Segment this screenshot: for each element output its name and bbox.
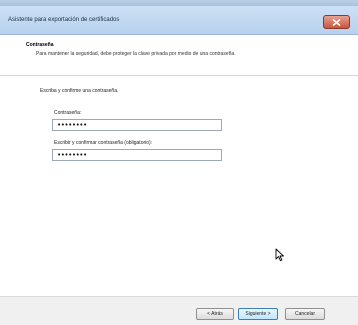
section-description: Para mantener la seguridad, debe protege… (36, 51, 236, 57)
wizard-header: Contraseña Para mantener la seguridad, d… (0, 35, 358, 76)
wizard-content: Escriba y confirme una contraseña. Contr… (0, 76, 358, 296)
window-title: Asistente para exportación de certificad… (8, 17, 120, 23)
password-field[interactable]: •••••••• (52, 119, 222, 131)
wizard-footer: < Atrás Siguiente > Cancelar (0, 297, 358, 325)
mouse-cursor-icon (275, 248, 284, 262)
title-bar: Asistente para exportación de certificad… (0, 6, 358, 35)
next-button[interactable]: Siguiente > (238, 308, 278, 320)
cancel-button[interactable]: Cancelar (285, 308, 325, 320)
close-icon (332, 18, 341, 26)
back-button[interactable]: < Atrás (196, 308, 234, 320)
confirm-password-label: Escribir y confirmar contraseña (obligat… (54, 140, 153, 146)
close-button[interactable] (323, 15, 350, 29)
password-label: Contraseña: (54, 110, 82, 116)
section-title: Contraseña (26, 42, 54, 48)
password-prompt: Escriba y confirme una contraseña. (40, 88, 119, 94)
confirm-password-field[interactable]: •••••••• (52, 149, 222, 161)
